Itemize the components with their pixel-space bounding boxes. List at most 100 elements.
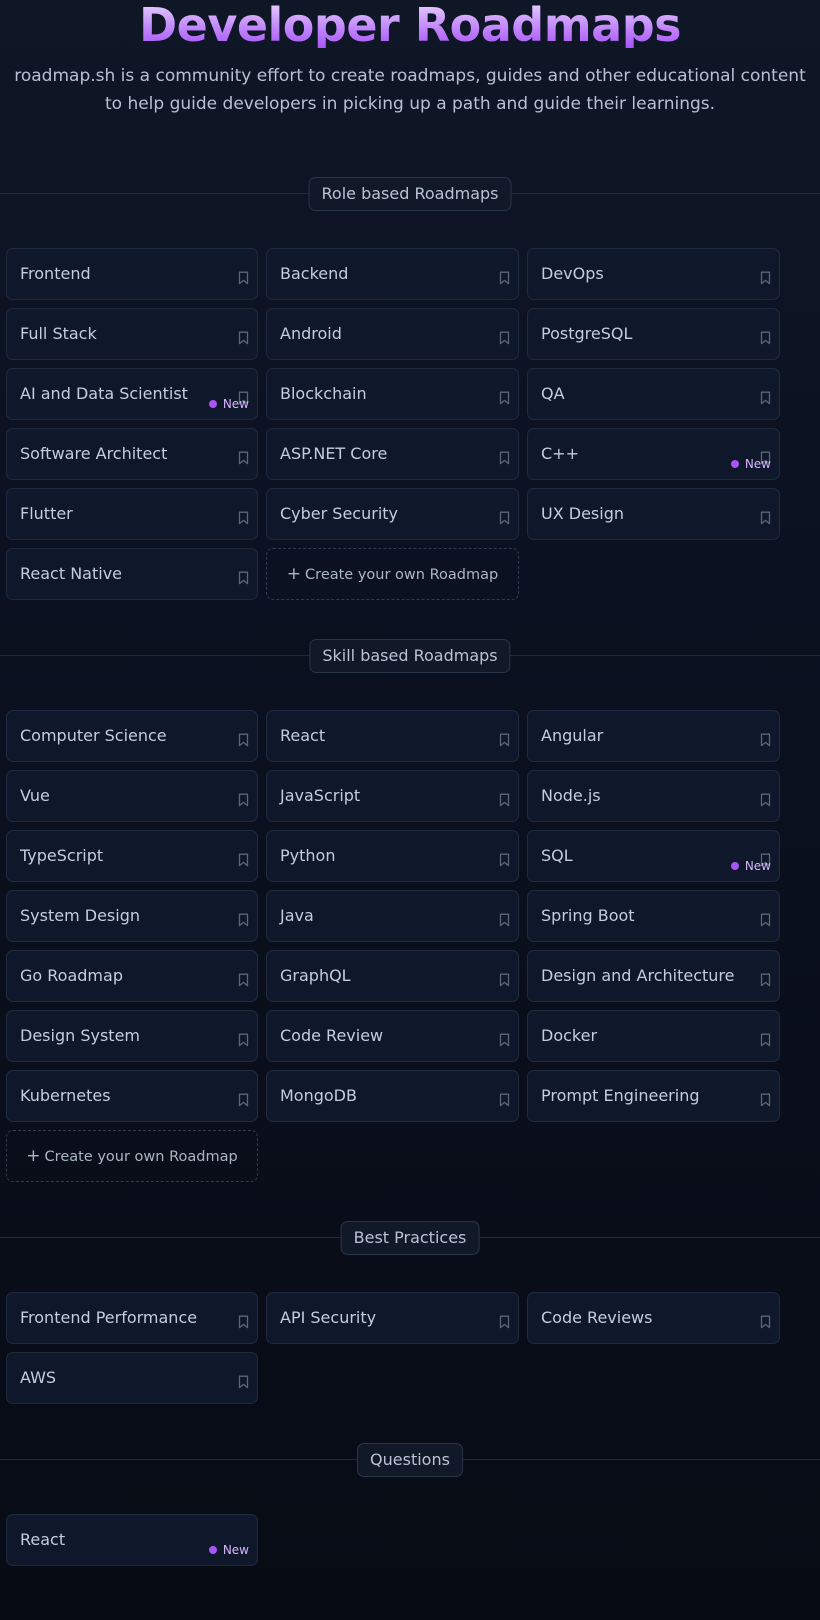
roadmap-card-label: SQL	[541, 846, 573, 865]
bookmark-icon[interactable]	[760, 837, 771, 867]
hero: Developer Roadmaps roadmap.sh is a commu…	[0, 0, 820, 118]
roadmap-card-api-security[interactable]: API Security	[266, 1292, 519, 1344]
roadmap-card-label: Prompt Engineering	[541, 1086, 700, 1105]
roadmap-card-c[interactable]: C++ New	[527, 428, 780, 480]
bookmark-icon[interactable]	[238, 1359, 249, 1389]
bookmark-icon[interactable]	[238, 555, 249, 585]
bookmark-icon[interactable]	[499, 255, 510, 285]
bookmark-icon[interactable]	[238, 435, 249, 465]
bookmark-icon[interactable]	[238, 777, 249, 807]
bookmark-icon[interactable]	[238, 897, 249, 927]
roadmap-card-java[interactable]: Java	[266, 890, 519, 942]
bookmark-icon[interactable]	[499, 717, 510, 747]
bookmark-icon[interactable]	[238, 957, 249, 987]
bookmark-icon[interactable]	[238, 837, 249, 867]
roadmap-card-computer-science[interactable]: Computer Science	[6, 710, 258, 762]
bookmark-icon[interactable]	[499, 837, 510, 867]
roadmap-card-full-stack[interactable]: Full Stack	[6, 308, 258, 360]
roadmap-card-go-roadmap[interactable]: Go Roadmap	[6, 950, 258, 1002]
roadmap-card-react[interactable]: React New	[6, 1514, 258, 1566]
new-dot-icon	[730, 460, 739, 468]
bookmark-icon[interactable]	[238, 1299, 249, 1329]
bookmark-icon[interactable]	[499, 375, 510, 405]
roadmap-card-label: PostgreSQL	[541, 324, 633, 343]
bookmark-icon[interactable]	[238, 315, 249, 345]
plus-icon: +	[26, 1146, 41, 1166]
roadmap-card-ux-design[interactable]: UX Design	[527, 488, 780, 540]
bookmark-icon[interactable]	[760, 717, 771, 747]
roadmap-card-blockchain[interactable]: Blockchain	[266, 368, 519, 420]
roadmap-card-kubernetes[interactable]: Kubernetes	[6, 1070, 258, 1122]
roadmap-card-label: C++	[541, 444, 579, 463]
roadmap-card-design-system[interactable]: Design System	[6, 1010, 258, 1062]
section-title: Role based Roadmaps	[308, 177, 512, 211]
bookmark-icon[interactable]	[499, 1017, 510, 1047]
bookmark-icon[interactable]	[499, 897, 510, 927]
bookmark-icon[interactable]	[760, 315, 771, 345]
bookmark-icon[interactable]	[760, 897, 771, 927]
roadmap-card-label: Cyber Security	[280, 504, 399, 523]
bookmark-icon[interactable]	[238, 495, 249, 525]
bookmark-icon[interactable]	[238, 255, 249, 285]
roadmap-card-vue[interactable]: Vue	[6, 770, 258, 822]
bookmark-icon[interactable]	[499, 957, 510, 987]
roadmap-card-react[interactable]: React	[266, 710, 519, 762]
bookmark-icon[interactable]	[238, 375, 249, 405]
roadmap-card-code-reviews[interactable]: Code Reviews	[527, 1292, 780, 1344]
roadmap-card-label: Node.js	[541, 786, 601, 805]
roadmap-card-sql[interactable]: SQL New	[527, 830, 780, 882]
roadmap-card-docker[interactable]: Docker	[527, 1010, 780, 1062]
bookmark-icon[interactable]	[760, 375, 771, 405]
bookmark-icon[interactable]	[760, 495, 771, 525]
bookmark-icon[interactable]	[499, 1077, 510, 1107]
bookmark-icon[interactable]	[499, 495, 510, 525]
roadmap-card-qa[interactable]: QA	[527, 368, 780, 420]
roadmap-card-prompt-engineering[interactable]: Prompt Engineering	[527, 1070, 780, 1122]
bookmark-icon[interactable]	[760, 1299, 771, 1329]
bookmark-icon[interactable]	[760, 777, 771, 807]
roadmap-card-software-architect[interactable]: Software Architect	[6, 428, 258, 480]
roadmap-card-aws[interactable]: AWS	[6, 1352, 258, 1404]
roadmap-card-frontend[interactable]: Frontend	[6, 248, 258, 300]
bookmark-icon[interactable]	[238, 1017, 249, 1047]
bookmark-icon[interactable]	[760, 1077, 771, 1107]
roadmap-card-backend[interactable]: Backend	[266, 248, 519, 300]
roadmap-card-frontend-performance[interactable]: Frontend Performance	[6, 1292, 258, 1344]
roadmap-card-mongodb[interactable]: MongoDB	[266, 1070, 519, 1122]
create-roadmap-button[interactable]: + Create your own Roadmap	[6, 1130, 258, 1182]
roadmap-card-code-review[interactable]: Code Review	[266, 1010, 519, 1062]
create-roadmap-button[interactable]: + Create your own Roadmap	[266, 548, 519, 600]
bookmark-icon[interactable]	[499, 315, 510, 345]
bookmark-icon[interactable]	[760, 1017, 771, 1047]
bookmark-icon[interactable]	[760, 435, 771, 465]
create-roadmap-label: Create your own Roadmap	[44, 1149, 238, 1165]
roadmap-card-cyber-security[interactable]: Cyber Security	[266, 488, 519, 540]
roadmap-card-devops[interactable]: DevOps	[527, 248, 780, 300]
bookmark-icon[interactable]	[499, 1299, 510, 1329]
roadmap-card-postgresql[interactable]: PostgreSQL	[527, 308, 780, 360]
bookmark-icon[interactable]	[760, 957, 771, 987]
roadmap-card-asp-net-core[interactable]: ASP.NET Core	[266, 428, 519, 480]
roadmap-card-spring-boot[interactable]: Spring Boot	[527, 890, 780, 942]
roadmap-card-label: Flutter	[20, 504, 73, 523]
roadmap-card-python[interactable]: Python	[266, 830, 519, 882]
roadmap-card-system-design[interactable]: System Design	[6, 890, 258, 942]
roadmap-card-ai-and-data-scientist[interactable]: AI and Data Scientist New	[6, 368, 258, 420]
roadmap-grid-role-based: Frontend Backend DevOps Full Stack Android Po…	[6, 248, 804, 600]
roadmap-card-android[interactable]: Android	[266, 308, 519, 360]
bookmark-icon[interactable]	[238, 1077, 249, 1107]
roadmap-card-angular[interactable]: Angular	[527, 710, 780, 762]
bookmark-icon[interactable]	[238, 717, 249, 747]
roadmap-card-typescript[interactable]: TypeScript	[6, 830, 258, 882]
roadmap-card-label: JavaScript	[280, 786, 361, 805]
roadmap-card-graphql[interactable]: GraphQL	[266, 950, 519, 1002]
bookmark-icon[interactable]	[499, 777, 510, 807]
roadmap-card-flutter[interactable]: Flutter	[6, 488, 258, 540]
roadmap-card-node-js[interactable]: Node.js	[527, 770, 780, 822]
roadmap-card-javascript[interactable]: JavaScript	[266, 770, 519, 822]
bookmark-icon[interactable]	[499, 435, 510, 465]
bookmark-icon[interactable]	[760, 255, 771, 285]
roadmap-card-react-native[interactable]: React Native	[6, 548, 258, 600]
roadmap-card-label: Kubernetes	[20, 1086, 111, 1105]
roadmap-card-design-and-architecture[interactable]: Design and Architecture	[527, 950, 780, 1002]
